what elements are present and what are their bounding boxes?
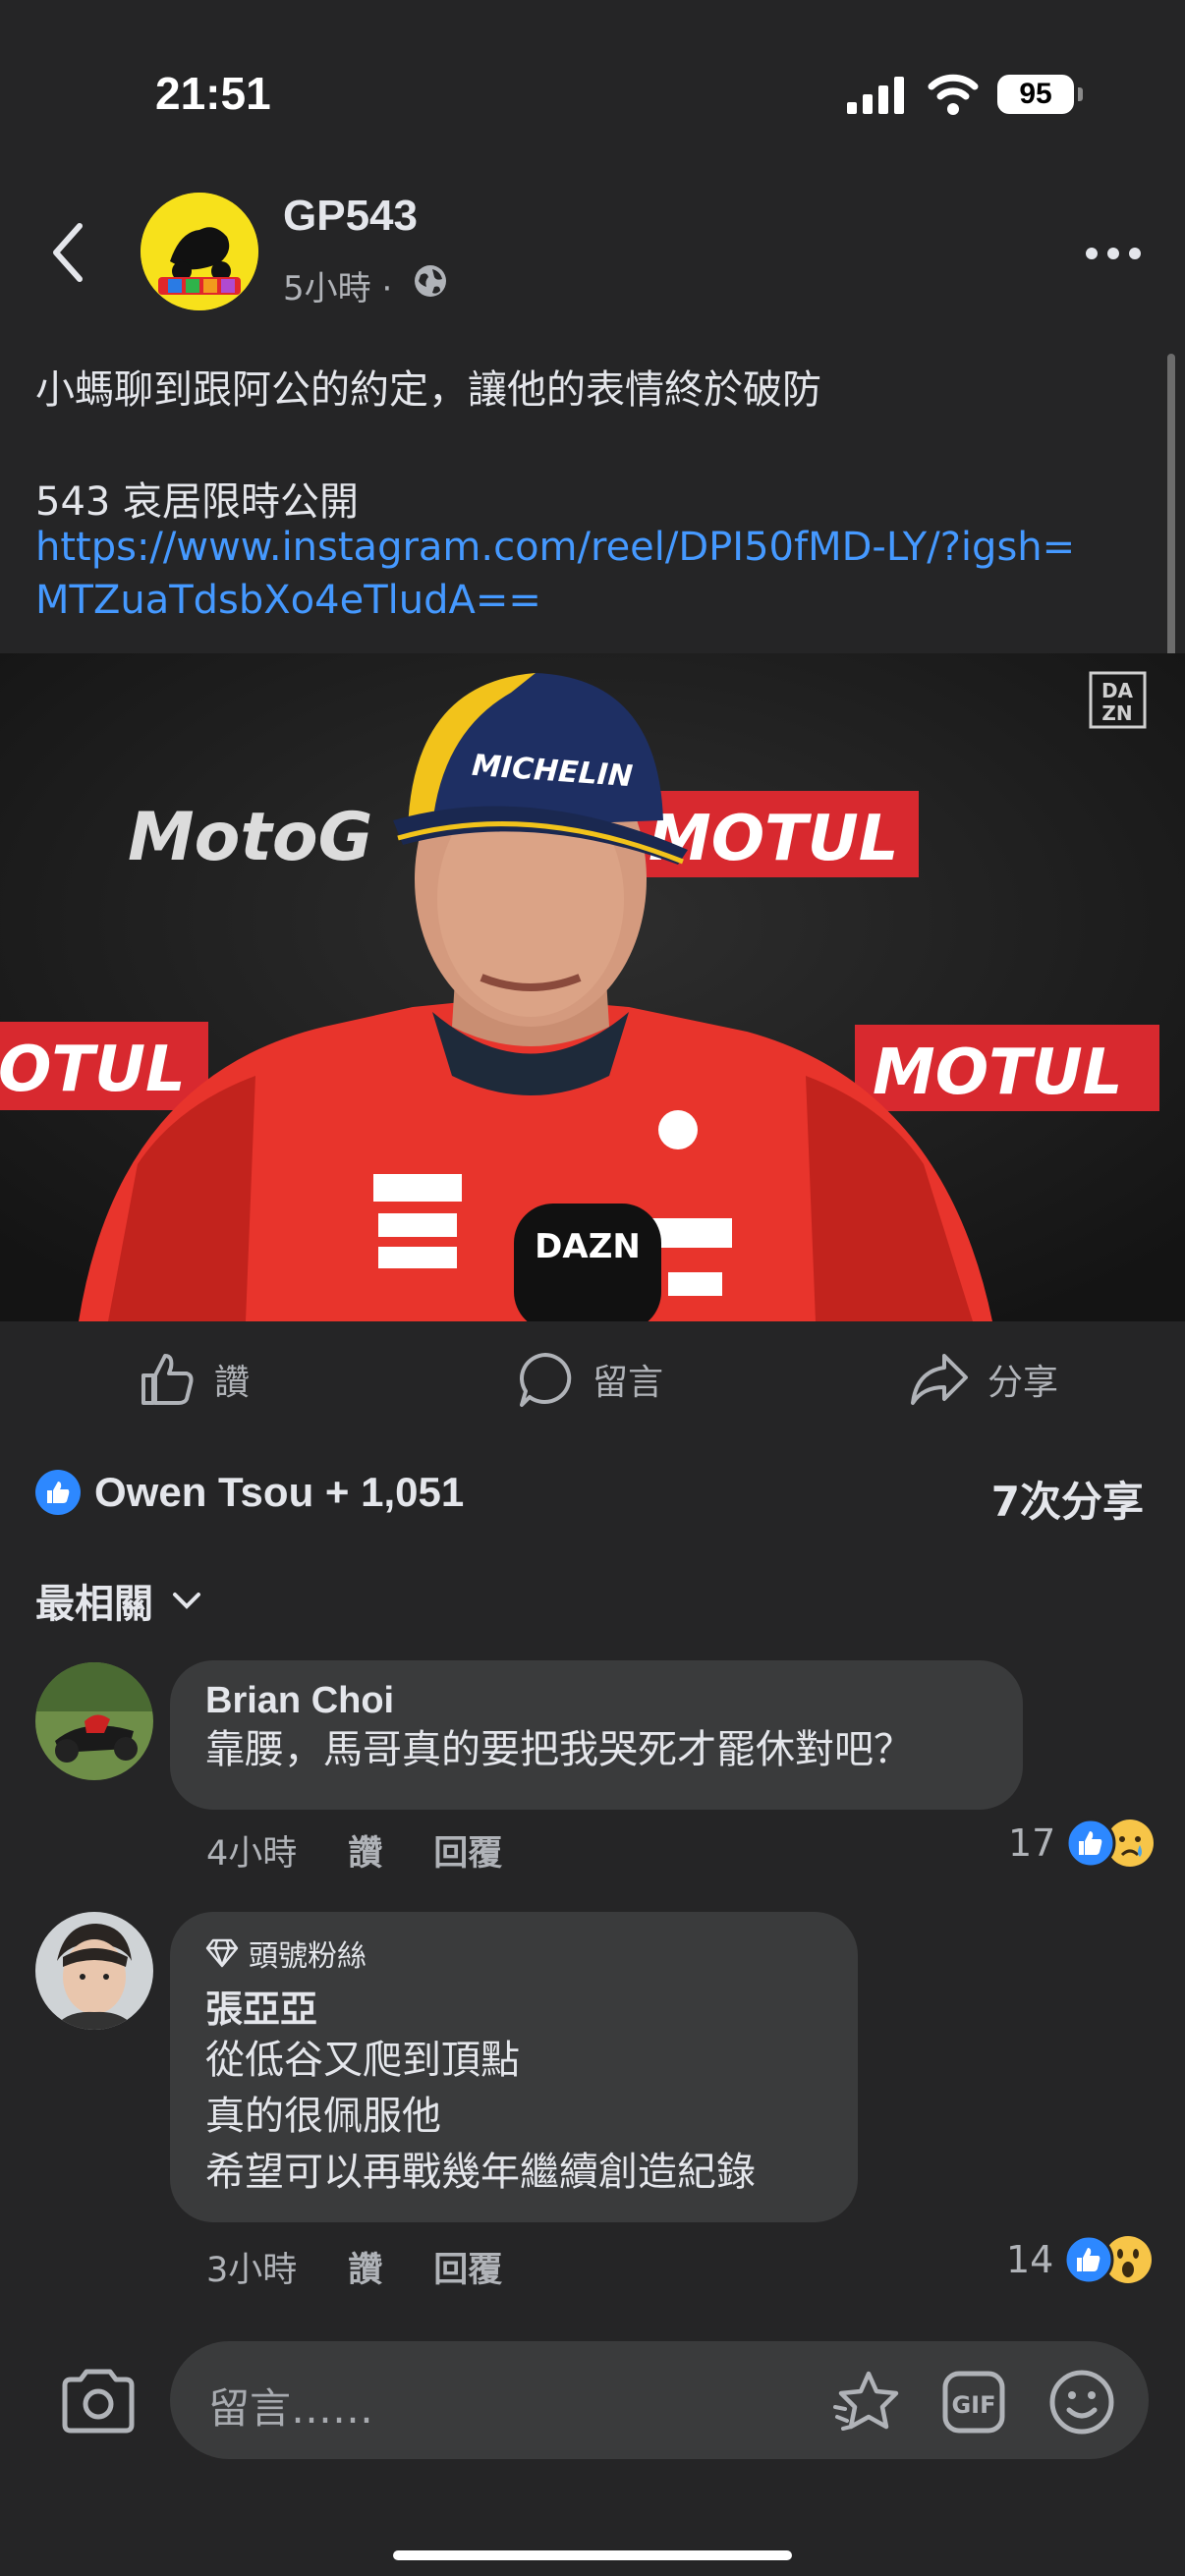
- page-name[interactable]: GP543: [283, 192, 418, 241]
- svg-text:MotoG: MotoG: [128, 799, 372, 876]
- diamond-badge-icon: [205, 1938, 239, 1968]
- reaction-count-text: 17: [1008, 1821, 1056, 1865]
- sort-label: 最相關: [35, 1582, 153, 1627]
- comment-input-placeholder: 留言……: [208, 2384, 374, 2433]
- comment-text: 靠腰，馬哥真的要把我哭死才罷休對吧？: [205, 1727, 913, 1772]
- comment-like-link[interactable]: 讚: [348, 1825, 382, 1876]
- svg-text:GIF: GIF: [951, 2391, 995, 2419]
- instagram-link[interactable]: https://www.instagram.com/reel/DPI50fMD-…: [35, 521, 1097, 627]
- comment-button[interactable]: 留言: [516, 1350, 663, 1409]
- battery-indicator: 95: [997, 75, 1083, 114]
- comment-text-line: 真的很佩服他: [205, 2094, 441, 2139]
- comment-reply-link[interactable]: 回覆: [433, 2242, 502, 2292]
- page-avatar[interactable]: [141, 193, 258, 310]
- svg-text:ZN: ZN: [1101, 701, 1132, 725]
- comment-bubble[interactable]: 頭號粉絲 張亞亞 從低谷又爬到頂點 真的很佩服他 希望可以再戰幾年繼續創造紀錄: [170, 1912, 858, 2222]
- svg-text:DAZN: DAZN: [535, 1227, 641, 1266]
- thumbs-up-icon: [141, 1354, 194, 1405]
- comment-like-link[interactable]: 讚: [348, 2242, 382, 2292]
- share-arrow-icon: [911, 1354, 968, 1405]
- reaction-summary-text: Owen Tsou + 1,051: [94, 1469, 465, 1515]
- share-button[interactable]: 分享: [909, 1350, 1058, 1409]
- comment-meta: 4小時 讚 回覆: [206, 1825, 502, 1876]
- badge-label: 頭號粉絲: [249, 1939, 367, 1974]
- post-video[interactable]: MotoG MOTUL OTUL MOTUL DA ZN MICHELIN DA…: [0, 653, 1185, 1321]
- share-label: 分享: [988, 1363, 1059, 1403]
- comment-reaction-count[interactable]: 17: [1008, 1818, 1159, 1869]
- home-indicator[interactable]: [393, 2550, 792, 2560]
- comment-bubble-icon: [520, 1353, 572, 1407]
- dazn-microphone: DAZN: [514, 1204, 661, 1321]
- like-button[interactable]: 讚: [138, 1350, 250, 1409]
- comment-reaction-count[interactable]: 14: [1006, 2234, 1157, 2285]
- post-caption: 小螞聊到跟阿公的約定，讓他的表情終於破防: [35, 367, 821, 413]
- top-fan-badge: 頭號粉絲: [205, 1932, 822, 1975]
- cellular-signal-icon: [847, 77, 904, 114]
- avatar-sticker-icon[interactable]: [831, 2368, 904, 2436]
- back-arrow-icon[interactable]: [44, 218, 93, 287]
- emoji-icon[interactable]: [1047, 2368, 1116, 2436]
- public-globe-icon: [415, 265, 446, 297]
- like-wow-reactions-icon: [1063, 2234, 1153, 2285]
- wifi-icon: [928, 74, 979, 115]
- post-subcaption: 543 哀居限時公開: [35, 479, 360, 525]
- chevron-down-icon: [173, 1593, 200, 1609]
- comment-label: 留言: [592, 1363, 664, 1403]
- like-sad-reactions-icon: [1065, 1818, 1155, 1869]
- commenter-name[interactable]: 張亞亞: [205, 1979, 822, 2033]
- gp543-logo-icon: [141, 193, 258, 310]
- comment-meta: 3小時 讚 回覆: [206, 2242, 502, 2292]
- reaction-count-text: 14: [1006, 2238, 1054, 2281]
- post-timestamp: 5小時 ·: [283, 269, 393, 308]
- status-time: 21:51: [155, 68, 271, 119]
- comment-bubble[interactable]: Brian Choi 靠腰，馬哥真的要把我哭死才罷休對吧？: [170, 1660, 1023, 1810]
- motul-banner-lower-right-text: MOTUL: [873, 1036, 1123, 1109]
- camera-icon[interactable]: [59, 2368, 138, 2435]
- more-options-icon[interactable]: [1084, 234, 1143, 273]
- comment-sort-dropdown[interactable]: 最相關: [35, 1572, 202, 1629]
- comment-text-line: 希望可以再戰幾年繼續創造紀錄: [205, 2150, 756, 2195]
- like-label: 讚: [214, 1363, 251, 1403]
- motul-banner-text: MOTUL: [649, 803, 899, 875]
- svg-text:DA: DA: [1101, 679, 1134, 702]
- comment-time: 3小時: [206, 2251, 298, 2290]
- motogp-banner: MotoG: [128, 799, 372, 876]
- comment-text-line: 從低谷又爬到頂點: [205, 2038, 520, 2083]
- gif-icon[interactable]: GIF: [941, 2370, 1006, 2435]
- motul-banner-lower-left-text: OTUL: [0, 1034, 186, 1106]
- comment-time: 4小時: [206, 1834, 298, 1874]
- commenter-avatar[interactable]: [35, 1912, 153, 2030]
- commenter-name[interactable]: Brian Choi: [205, 1680, 988, 1722]
- comment-reply-link[interactable]: 回覆: [433, 1825, 502, 1876]
- like-reaction-icon: [35, 1470, 81, 1515]
- reaction-summary[interactable]: Owen Tsou + 1,051: [35, 1469, 464, 1516]
- share-count[interactable]: 7次分享: [991, 1469, 1144, 1529]
- commenter-avatar[interactable]: [35, 1662, 153, 1780]
